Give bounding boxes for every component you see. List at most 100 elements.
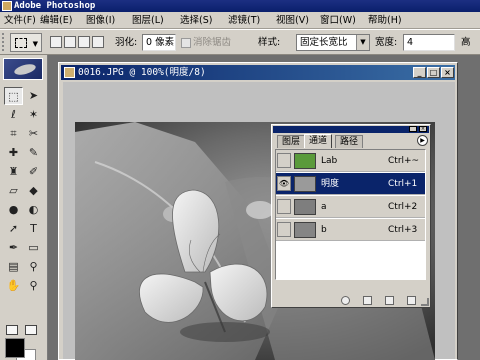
channel-name: 明度 (321, 179, 340, 189)
channels-panel: _ × 图层 通道 路径 ▶ Lab Ctrl+~ 👁 明度 Ctrl+1 a … (271, 124, 431, 308)
menu-select[interactable]: 选择(S) (180, 14, 212, 27)
chevron-down-icon: ▼ (356, 35, 369, 50)
tab-channels[interactable]: 通道 (304, 134, 333, 148)
channel-name: b (321, 225, 327, 235)
move-tool-icon[interactable]: ➤ (24, 87, 43, 105)
channel-thumbnail (294, 222, 316, 238)
close-icon[interactable]: × (441, 67, 454, 78)
paint-bucket-icon[interactable]: ◆ (24, 182, 43, 200)
menu-view[interactable]: 视图(V) (276, 14, 309, 27)
channel-name: a (321, 202, 327, 212)
eyedropper-icon[interactable]: ⚲ (24, 258, 43, 276)
height-label: 高 (461, 37, 471, 48)
menu-file[interactable]: 文件(F) (4, 14, 36, 27)
magic-wand-icon[interactable]: ✶ (24, 106, 43, 124)
history-brush-icon[interactable]: ✐ (24, 163, 43, 181)
maximize-icon[interactable]: □ (427, 67, 440, 78)
blur-tool-icon[interactable]: ● (4, 201, 23, 219)
watermark-text: iFoto.cn (284, 245, 395, 278)
channel-row-b[interactable]: b Ctrl+3 (276, 219, 425, 241)
panel-close-icon[interactable]: × (419, 126, 427, 132)
menu-filter[interactable]: 滤镜(T) (228, 14, 260, 27)
feather-icon (13, 62, 37, 77)
add-selection-mode-button[interactable] (64, 36, 76, 48)
healing-brush-icon[interactable]: ✚ (4, 144, 23, 162)
shape-tool-icon[interactable]: ▭ (24, 239, 43, 257)
channel-shortcut: Ctrl+2 (388, 202, 418, 212)
channel-shortcut: Ctrl+3 (388, 225, 418, 235)
intersect-selection-mode-button[interactable] (92, 36, 104, 48)
visibility-toggle[interactable] (277, 199, 291, 214)
new-selection-mode-button[interactable] (50, 36, 62, 48)
menu-edit[interactable]: 编辑(E) (40, 14, 72, 27)
subtract-selection-mode-button[interactable] (78, 36, 90, 48)
load-selection-icon[interactable] (341, 296, 350, 305)
eye-icon[interactable]: 👁 (277, 176, 291, 191)
width-input[interactable]: 4 (403, 34, 455, 51)
notes-tool-icon[interactable]: ▤ (4, 258, 23, 276)
tab-layers[interactable]: 图层 (277, 135, 306, 148)
brush-tool-icon[interactable]: ✎ (24, 144, 43, 162)
feather-input[interactable]: 0 像素 (142, 34, 176, 51)
channel-thumbnail (294, 153, 316, 169)
rect-marquee-icon (15, 38, 27, 48)
channel-shortcut: Ctrl+~ (388, 156, 420, 166)
style-select-value: 固定长宽比 (300, 37, 348, 48)
pen-tool-icon[interactable]: ✒ (4, 239, 23, 257)
trash-icon[interactable] (407, 296, 416, 305)
document-title: 0016.JPG @ 100%(明度/8) (78, 67, 206, 78)
style-select[interactable]: 固定长宽比 ▼ (296, 34, 370, 51)
menu-layer[interactable]: 图层(L) (132, 14, 164, 27)
save-selection-icon[interactable] (363, 296, 372, 305)
lasso-tool-icon[interactable]: ℓ (4, 106, 23, 124)
app-title: Adobe Photoshop (14, 1, 96, 11)
app-title-bar: Adobe Photoshop (0, 0, 480, 12)
panel-title-bar[interactable]: _ × (273, 126, 429, 133)
options-bar-grip[interactable] (2, 33, 8, 51)
eraser-tool-icon[interactable]: ▱ (4, 182, 23, 200)
toolbox: ⬚ ➤ ℓ ✶ ⌗ ✂ ✚ ✎ ♜ ✐ ▱ ◆ ● ◐ ➚ T ✒ ▭ ▤ ⚲ … (0, 55, 48, 360)
tab-paths[interactable]: 路径 (335, 135, 364, 148)
menu-help[interactable]: 帮助(H) (368, 14, 402, 27)
channel-row-a[interactable]: a Ctrl+2 (276, 196, 425, 218)
feather-label: 羽化: (115, 37, 138, 48)
quick-mask-icon[interactable] (25, 325, 37, 335)
hand-tool-icon[interactable]: ✋ (4, 277, 23, 295)
visibility-toggle[interactable] (277, 222, 291, 237)
zoom-tool-icon[interactable]: ⚲ (24, 277, 43, 295)
visibility-toggle[interactable] (277, 153, 291, 168)
panel-menu-icon[interactable]: ▶ (417, 135, 428, 146)
standard-mode-icon[interactable] (6, 325, 18, 335)
tool-preset-picker[interactable]: ▼ (10, 33, 42, 52)
new-channel-icon[interactable] (385, 296, 394, 305)
document-title-bar[interactable]: 0016.JPG @ 100%(明度/8) _ □ × (61, 65, 455, 80)
photoshop-logo[interactable] (3, 58, 43, 80)
path-select-icon[interactable]: ➚ (4, 220, 23, 238)
channel-row-lightness[interactable]: 👁 明度 Ctrl+1 (276, 173, 425, 195)
panel-tabs: 图层 通道 路径 (273, 134, 429, 148)
slice-tool-icon[interactable]: ✂ (24, 125, 43, 143)
menu-image[interactable]: 图像(I) (86, 14, 115, 27)
panel-minimize-icon[interactable]: _ (409, 126, 417, 132)
photoshop-app-icon[interactable] (2, 1, 12, 11)
dodge-tool-icon[interactable]: ◐ (24, 201, 43, 219)
foreground-color-swatch[interactable] (5, 338, 25, 358)
tool-options-bar: ▼ 羽化: 0 像素 消除锯齿 样式: 固定长宽比 ▼ 宽度: 4 高 (0, 29, 480, 55)
antialias-label: 消除锯齿 (193, 37, 232, 48)
width-label: 宽度: (375, 37, 398, 48)
channel-thumbnail (294, 176, 316, 192)
channel-thumbnail (294, 199, 316, 215)
channel-row-lab[interactable]: Lab Ctrl+~ (276, 150, 425, 172)
minimize-icon[interactable]: _ (413, 67, 426, 78)
menu-window[interactable]: 窗口(W) (320, 14, 356, 27)
resize-grip-icon[interactable] (421, 298, 429, 306)
type-tool-icon[interactable]: T (24, 220, 43, 238)
document-icon[interactable] (64, 67, 75, 78)
channel-name: Lab (321, 156, 338, 166)
marquee-tool-icon[interactable]: ⬚ (4, 87, 23, 105)
crop-tool-icon[interactable]: ⌗ (4, 125, 23, 143)
clone-stamp-icon[interactable]: ♜ (4, 163, 23, 181)
panel-bottom-bar (275, 295, 426, 307)
menu-bar: 文件(F) 编辑(E) 图像(I) 图层(L) 选择(S) 滤镜(T) 视图(V… (0, 12, 480, 29)
antialias-checkbox[interactable] (181, 38, 191, 48)
